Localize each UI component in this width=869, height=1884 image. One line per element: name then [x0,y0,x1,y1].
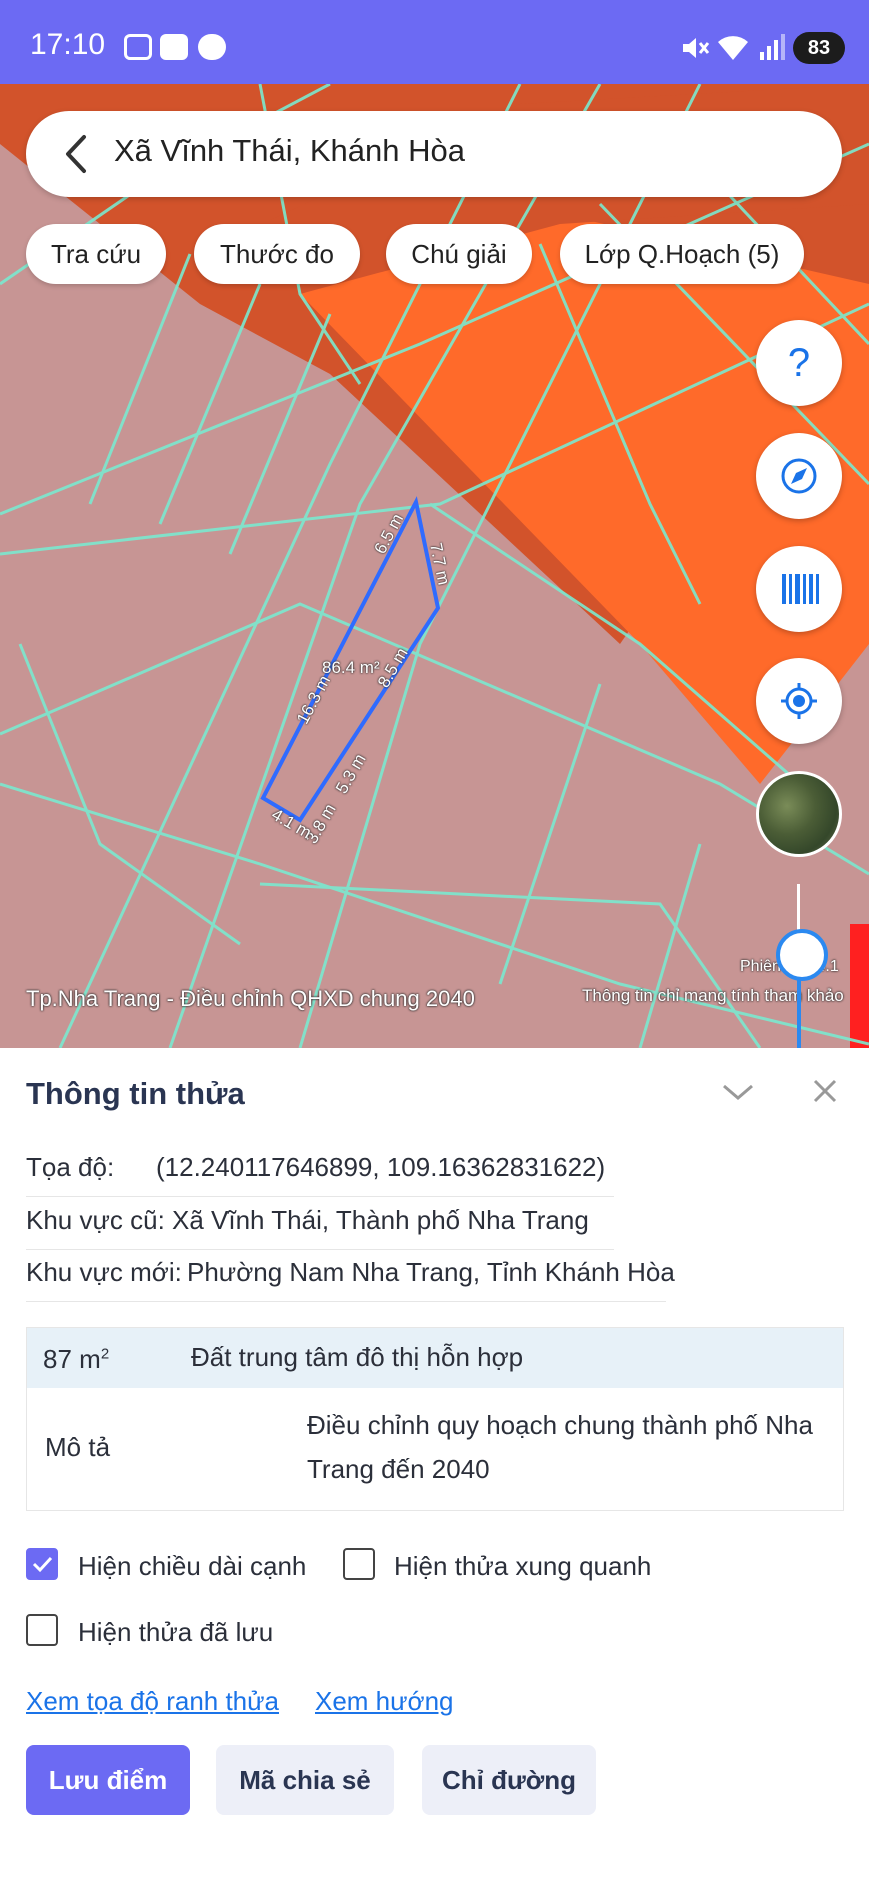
show-edge-length-checkbox[interactable] [26,1548,58,1580]
panel-title: Thông tin thửa [26,1076,245,1111]
show-edge-length-label[interactable]: Hiện chiều dài cạnh [78,1551,306,1582]
parcel-area-unit-sup: 2 [100,1345,110,1363]
coordinate-label: Tọa độ: [26,1152,115,1182]
share-code-button[interactable]: Mã chia sẻ [216,1745,394,1815]
wifi-icon [718,36,748,60]
new-area-value: Phường Nam Nha Trang, Tỉnh Khánh Hòa [187,1257,675,1287]
barcode-button[interactable] [756,546,842,632]
directions-button[interactable]: Chỉ đường [422,1745,596,1815]
check-icon [32,1556,53,1573]
show-neighbor-parcels-checkbox[interactable] [343,1548,375,1580]
plan-name-label: Tp.Nha Trang - Điều chỉnh QHXD chung 204… [26,986,475,1011]
show-saved-parcels-checkbox[interactable] [26,1614,58,1646]
old-area-value: Xã Vĩnh Thái, Thành phố Nha Trang [172,1205,589,1235]
collapse-chevron-icon[interactable] [720,1080,756,1104]
divider [26,1301,666,1302]
old-area-label: Khu vực cũ: [26,1205,165,1235]
chip-lookup[interactable]: Tra cứu [26,224,166,284]
new-area-label: Khu vực mới: [26,1257,182,1287]
parcel-area-value: 87 m [43,1344,101,1374]
barcode-icon [782,574,819,604]
status-time: 17:10 [30,28,106,61]
zoning-table: 87 m2 Đất trung tâm đô thị hỗn hợp Mô tả… [26,1327,844,1511]
coordinate-value: (12.240117646899, 109.16362831622) [156,1152,606,1182]
search-bar[interactable]: Xã Vĩnh Thái, Khánh Hòa [26,111,842,197]
opacity-slider-handle[interactable] [776,929,828,981]
description-line-2: Trang đến 2040 [307,1454,490,1484]
show-saved-parcels-label[interactable]: Hiện thửa đã lưu [78,1617,273,1648]
back-arrow-icon[interactable] [54,131,100,177]
locate-button[interactable] [756,658,842,744]
satellite-layer-button[interactable] [756,771,842,857]
land-use-type: Đất trung tâm đô thị hỗn hợp [191,1342,524,1372]
mute-icon [683,38,710,58]
chip-planning-layers[interactable]: Lớp Q.Hoạch (5) [560,224,804,284]
compass-icon [781,458,817,494]
view-direction-link[interactable]: Xem hướng [315,1686,454,1717]
help-button[interactable]: ? [756,320,842,406]
close-icon[interactable] [812,1078,838,1104]
divider [26,1196,614,1197]
show-neighbor-parcels-label[interactable]: Hiện thửa xung quanh [394,1551,651,1582]
disclaimer-label: Thông tin chỉ mang tính tham khảo [582,986,844,1005]
save-point-button[interactable]: Lưu điểm [26,1745,190,1815]
location-title[interactable]: Xã Vĩnh Thái, Khánh Hòa [114,133,465,169]
compass-button[interactable] [756,433,842,519]
screenshot-icon [124,34,152,60]
messenger-icon [198,34,226,60]
question-icon: ? [787,341,811,385]
parcel-area-label: 86.4 m² [322,658,380,677]
parcel-area: 87 m2 [43,1344,109,1375]
divider [26,1249,614,1250]
chip-measure[interactable]: Thước đo [194,224,360,284]
battery-icon: 83 [793,32,845,64]
signal-icon [760,34,785,60]
view-boundary-coords-link[interactable]: Xem tọa độ ranh thửa [26,1686,279,1717]
description-label: Mô tả [45,1432,111,1462]
zalo-icon [160,34,188,60]
chip-legend[interactable]: Chú giải [386,224,532,284]
my-location-icon [781,683,817,719]
status-bar: 17:10 83 [0,0,869,84]
description-line-1: Điều chỉnh quy hoạch chung thành phố Nha [307,1410,813,1440]
